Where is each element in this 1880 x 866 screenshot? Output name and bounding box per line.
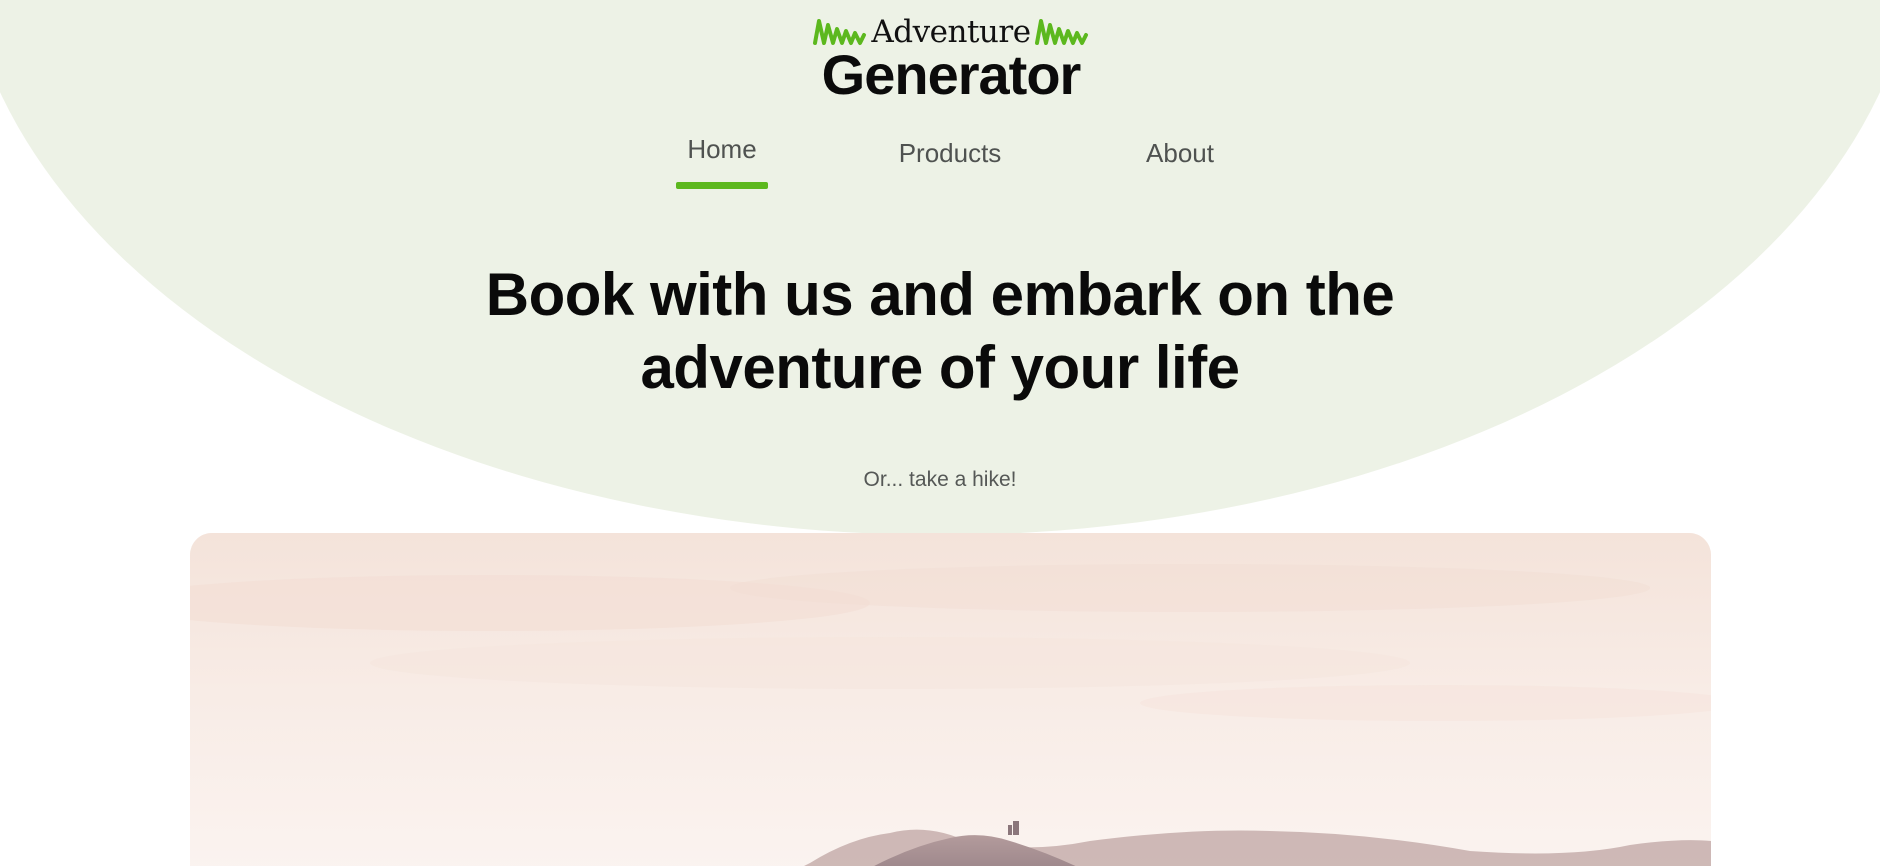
page: Adventure Generator Home Products About …	[0, 0, 1880, 866]
nav-item-home[interactable]: Home	[676, 134, 768, 165]
hero-subline: Or... take a hike!	[863, 468, 1017, 491]
main-nav: Home Products About	[0, 134, 1880, 194]
nav-item-about[interactable]: About	[1132, 138, 1228, 169]
logo-generator-text: Generator	[821, 43, 1082, 106]
landscape-illustration	[190, 533, 1711, 866]
logo[interactable]: Adventure Generator	[800, 14, 1102, 106]
hero-image	[190, 533, 1711, 866]
nav-active-indicator	[676, 182, 768, 189]
hero-headline: Book with us and embark on the adventure…	[485, 261, 1395, 401]
nav-item-products[interactable]: Products	[887, 138, 1013, 169]
